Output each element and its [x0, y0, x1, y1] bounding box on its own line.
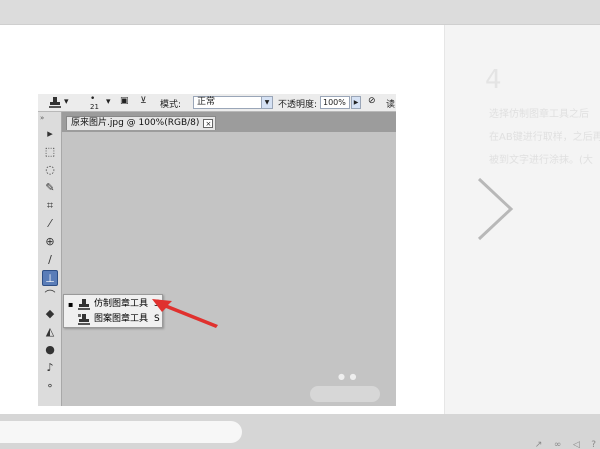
share-icon[interactable]: ↗ — [535, 440, 543, 449]
flyout-item-label: 图案图章工具 — [94, 314, 149, 324]
comment-input[interactable] — [0, 421, 242, 443]
clone-source-icon[interactable]: ⊻ — [140, 96, 147, 106]
watermark — [310, 386, 380, 402]
mode-value: 正常 — [197, 97, 216, 107]
red-arrow-annotation — [152, 299, 218, 328]
next-step-text-line: 在AB键进行取样，之后再 — [489, 132, 600, 143]
move-tool-icon[interactable]: ▸ — [42, 126, 58, 142]
paint-bucket-tool-icon[interactable]: ◭ — [42, 324, 58, 340]
mode-select[interactable]: 正常 ▼ — [193, 96, 273, 109]
chevron-right-icon[interactable] — [475, 177, 515, 241]
options-overflow-text: 读 — [386, 100, 396, 110]
flyout-item-pattern-stamp[interactable]: 图案图章工具 S — [64, 312, 162, 327]
airbrush-icon[interactable]: ⊘ — [368, 96, 376, 106]
brush-panel-icon[interactable]: ▣ — [120, 96, 129, 106]
browser-top-strip — [0, 0, 600, 25]
document-tab-bar: 原来图片.jpg @ 100%(RGB/8) × — [62, 112, 396, 132]
watermark-dots: ● ● — [338, 372, 358, 381]
marquee-tool-icon[interactable]: ⬚ — [42, 144, 58, 160]
opacity-input[interactable]: 100% — [320, 96, 350, 109]
quick-selection-tool-icon[interactable]: ✎ — [42, 180, 58, 196]
slide-next-preview[interactable]: 4 选择仿制图章工具之后 在AB键进行取样，之后再 被到文字进行涂抹。(大 — [444, 25, 600, 414]
mode-label: 模式: — [160, 100, 182, 110]
options-bar: ▾ • 21 ▾ ▣ ⊻ 模式: 正常 ▼ 不透明度: 100% ▶ ⊘ 读 — [38, 94, 396, 112]
tools-panel: » ▸ ⬚ ◌ ✎ ⌗ ⁄ ⊕ ∕ ⊥ ⌒ ◆ ◭ ● ♪ ∘ — [38, 112, 62, 406]
brush-dropdown-icon[interactable]: ▾ — [106, 97, 111, 107]
text-tool-icon[interactable]: ∘ — [42, 378, 58, 394]
document-title: 原来图片.jpg @ 100%(RGB/8) — [71, 118, 200, 128]
flyout-item-label: 仿制图章工具 — [94, 299, 149, 309]
clone-stamp-icon[interactable] — [48, 96, 62, 108]
status-icons: ↗ ∞ ◁ ? — [535, 440, 596, 449]
mode-dropdown-icon[interactable]: ▼ — [261, 97, 272, 108]
clone-stamp-icon — [78, 299, 90, 310]
eraser-tool-icon[interactable]: ◆ — [42, 306, 58, 322]
panel-grip[interactable]: » — [40, 114, 44, 122]
brush-tool-icon[interactable]: ∕ — [42, 252, 58, 268]
selected-bullet: ▪ — [68, 300, 74, 309]
flyout-item-clone-stamp[interactable]: ▪ 仿制图章工具 S — [64, 297, 162, 312]
healing-brush-tool-icon[interactable]: ⊕ — [42, 234, 58, 250]
link-icon[interactable]: ∞ — [554, 440, 562, 449]
close-icon[interactable]: × — [203, 119, 214, 128]
next-step-text-line: 选择仿制图章工具之后 — [489, 109, 589, 120]
history-brush-tool-icon[interactable]: ⌒ — [42, 288, 58, 304]
brush-size-value: 21 — [90, 103, 99, 111]
next-step-text-line: 被到文字进行涂抹。(大 — [489, 155, 593, 166]
document-canvas[interactable] — [62, 132, 396, 406]
opacity-label: 不透明度: — [278, 100, 318, 110]
clone-stamp-tool-icon[interactable]: ⊥ — [42, 270, 58, 286]
opacity-slider-button[interactable]: ▶ — [351, 96, 361, 109]
eyedropper-tool-icon[interactable]: ⁄ — [42, 216, 58, 232]
document-tab[interactable]: 原来图片.jpg @ 100%(RGB/8) × — [66, 116, 217, 130]
volume-icon[interactable]: ◁ — [573, 440, 580, 449]
pattern-stamp-icon — [78, 314, 90, 325]
photoshop-screenshot: ▾ • 21 ▾ ▣ ⊻ 模式: 正常 ▼ 不透明度: 100% ▶ ⊘ 读 »… — [38, 94, 396, 406]
pen-tool-icon[interactable]: ♪ — [42, 360, 58, 376]
lasso-tool-icon[interactable]: ◌ — [42, 162, 58, 178]
slide-current: ▾ • 21 ▾ ▣ ⊻ 模式: 正常 ▼ 不透明度: 100% ▶ ⊘ 读 »… — [0, 25, 444, 414]
dodge-tool-icon[interactable]: ● — [42, 342, 58, 358]
tool-preset-dropdown-icon[interactable]: ▾ — [64, 97, 69, 107]
crop-tool-icon[interactable]: ⌗ — [42, 198, 58, 214]
tool-flyout-menu: ▪ 仿制图章工具 S 图案图章工具 S — [63, 294, 163, 328]
next-step-number: 4 — [485, 65, 502, 95]
help-icon[interactable]: ? — [591, 440, 596, 449]
